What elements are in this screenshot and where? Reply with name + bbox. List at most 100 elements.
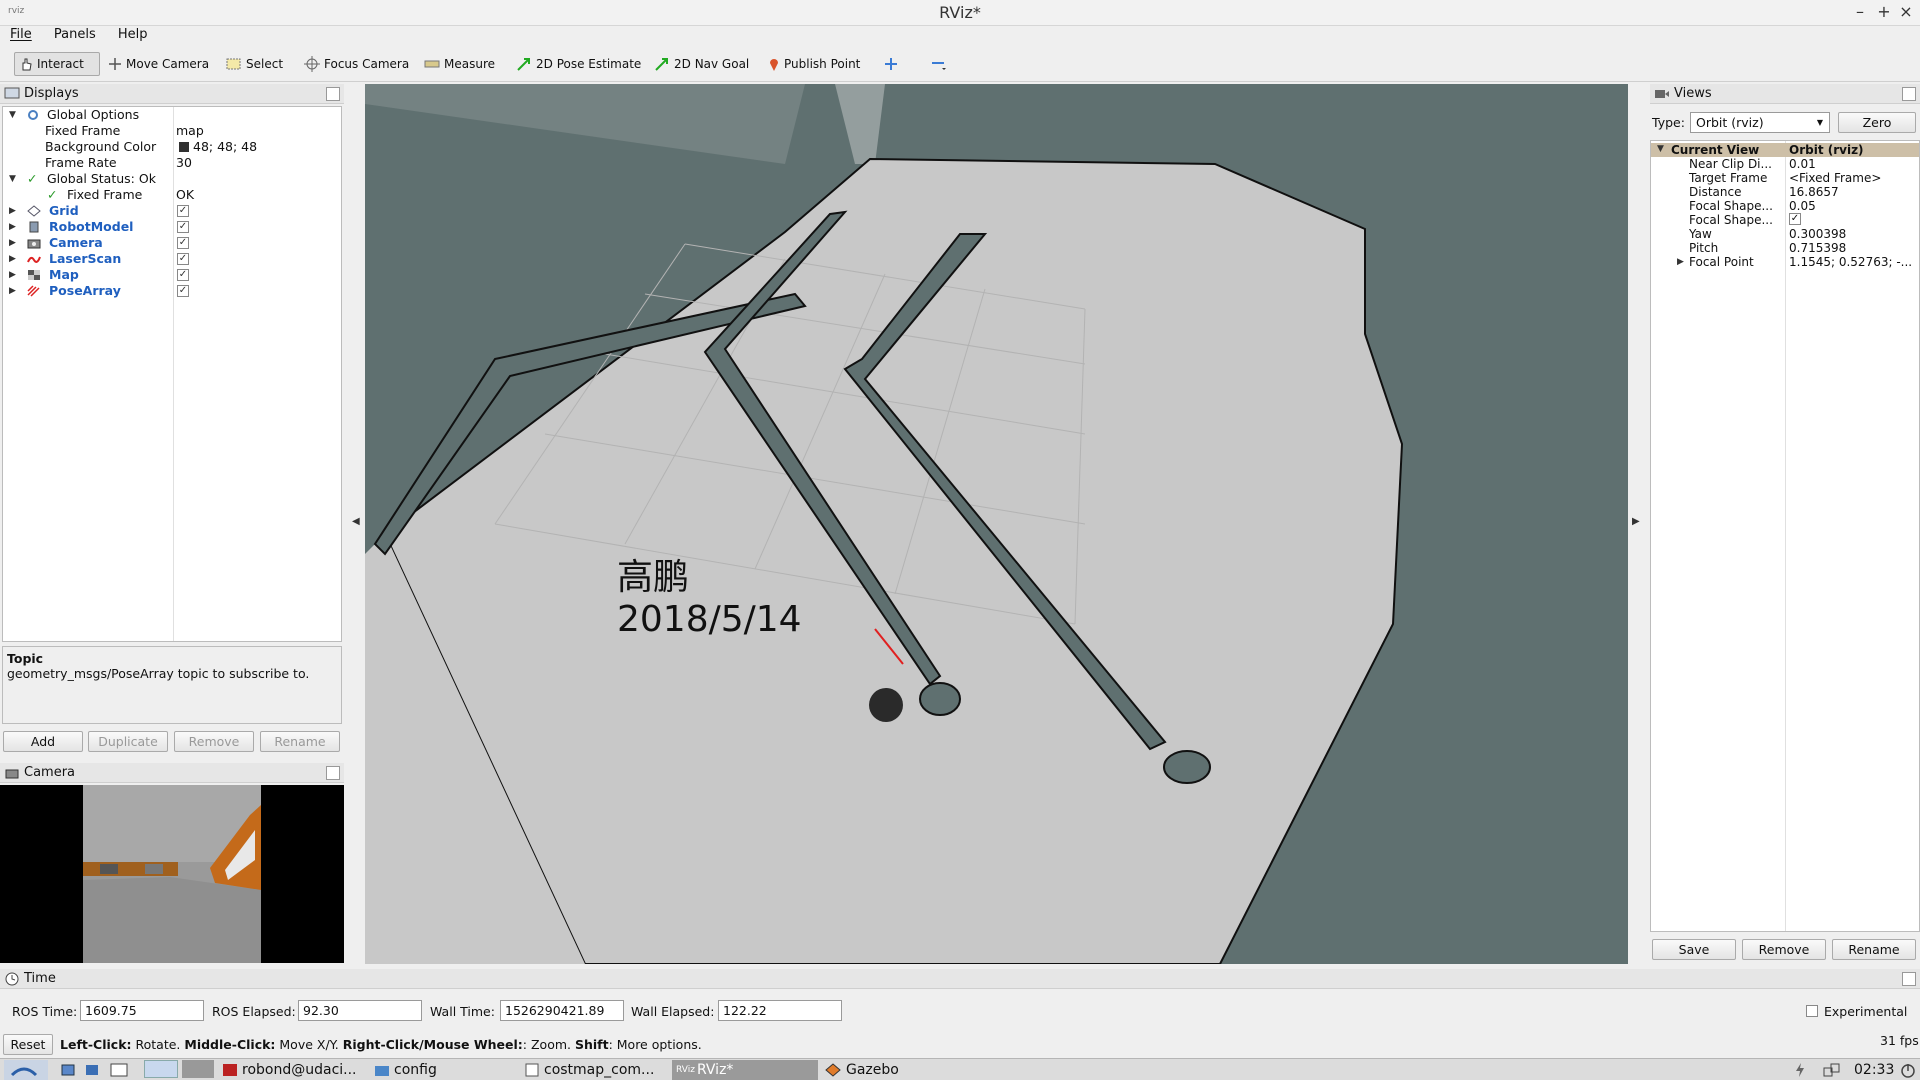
displays-float-toggle[interactable] <box>326 87 340 101</box>
power-icon[interactable] <box>1900 1060 1916 1080</box>
remove-tool-button[interactable] <box>926 52 956 76</box>
expand-right-icon[interactable]: ▶ <box>9 251 16 267</box>
tree-row-fixed-frame[interactable]: Fixed Frame map <box>3 123 341 139</box>
taskbar-item-config[interactable]: config <box>374 1060 520 1080</box>
ros-time-field[interactable]: 1609.75 <box>80 1000 204 1021</box>
gear-icon <box>28 110 38 120</box>
camera-view[interactable] <box>0 785 344 963</box>
add-tool-button[interactable] <box>880 52 906 76</box>
file-manager-icon[interactable] <box>84 1060 100 1080</box>
left-panel-collapse-icon[interactable]: ◀ <box>352 516 360 527</box>
pose-array-icon <box>27 285 40 297</box>
tool-2d-pose-estimate[interactable]: 2D Pose Estimate <box>512 52 645 76</box>
view-type-select[interactable]: Orbit (rviz) ▼ <box>1690 112 1830 133</box>
network-icon[interactable] <box>1822 1060 1842 1080</box>
menu-file[interactable]: File <box>10 27 32 42</box>
menu-help[interactable]: Help <box>118 27 148 42</box>
views-float-toggle[interactable] <box>1902 87 1916 101</box>
taskbar-item-rviz[interactable]: RViz RViz* <box>672 1060 818 1080</box>
expand-right-icon[interactable]: ▶ <box>1677 257 1684 267</box>
tool-interact[interactable]: Interact <box>14 52 100 76</box>
tool-move-camera[interactable]: Move Camera <box>104 52 213 76</box>
taskbar-item-gazebo[interactable]: Gazebo <box>824 1060 970 1080</box>
view-prop-value[interactable]: 16.8657 <box>1789 185 1839 199</box>
wall-time-field[interactable]: 1526290421.89 <box>500 1000 624 1021</box>
duplicate-display-button[interactable]: Duplicate <box>88 731 168 752</box>
tree-row-robotmodel[interactable]: ▶ RobotModel ✓ <box>3 219 341 235</box>
clock-text[interactable]: 02:33 <box>1854 1060 1894 1080</box>
tree-row-grid[interactable]: ▶ Grid ✓ <box>3 203 341 219</box>
expand-right-icon[interactable]: ▶ <box>9 283 16 299</box>
expand-down-icon[interactable]: ▼ <box>1657 144 1664 154</box>
camera-image <box>83 785 261 963</box>
tree-row-laserscan[interactable]: ▶ LaserScan ✓ <box>3 251 341 267</box>
ros-elapsed-field[interactable]: 92.30 <box>298 1000 422 1021</box>
workspace-1[interactable] <box>144 1060 178 1078</box>
displays-tree[interactable]: ▼ Global Options Fixed Frame map Backgro… <box>2 106 342 642</box>
start-menu-button[interactable] <box>4 1060 48 1080</box>
view-prop-value[interactable]: 0.01 <box>1789 157 1816 171</box>
tool-2d-nav-goal[interactable]: 2D Nav Goal <box>650 52 753 76</box>
tree-row-global-status[interactable]: ▼ ✓ Global Status: Ok <box>3 171 341 187</box>
remove-display-button[interactable]: Remove <box>174 731 254 752</box>
expand-right-icon[interactable]: ▶ <box>9 267 16 283</box>
tree-row-posearray[interactable]: ▶ PoseArray ✓ <box>3 283 341 299</box>
save-view-button[interactable]: Save <box>1652 939 1736 960</box>
expand-right-icon[interactable]: ▶ <box>9 203 16 219</box>
expand-right-icon[interactable]: ▶ <box>9 219 16 235</box>
expand-down-icon[interactable]: ▼ <box>9 171 16 187</box>
tool-focus-camera[interactable]: Focus Camera <box>300 52 413 76</box>
tree-row-map[interactable]: ▶ Map ✓ <box>3 267 341 283</box>
tool-select[interactable]: Select <box>222 52 287 76</box>
posearray-enabled-checkbox[interactable]: ✓ <box>177 285 189 297</box>
current-view-row[interactable]: ▼ Current View Orbit (rviz) <box>1651 143 1919 157</box>
show-desktop-icon[interactable] <box>60 1060 76 1080</box>
tree-row-camera[interactable]: ▶ Camera ✓ <box>3 235 341 251</box>
tool-measure[interactable]: Measure <box>420 52 499 76</box>
close-icon[interactable]: × <box>1896 2 1916 21</box>
add-display-button[interactable]: Add <box>3 731 83 752</box>
grid-enabled-checkbox[interactable]: ✓ <box>177 205 189 217</box>
time-float-toggle[interactable] <box>1902 972 1916 986</box>
tree-row-frame-rate[interactable]: Frame Rate 30 <box>3 155 341 171</box>
tree-row-global-options[interactable]: ▼ Global Options <box>3 107 341 123</box>
power-bolt-icon[interactable] <box>1794 1060 1806 1080</box>
color-swatch[interactable] <box>179 142 189 152</box>
robotmodel-enabled-checkbox[interactable]: ✓ <box>177 221 189 233</box>
remove-view-button[interactable]: Remove <box>1742 939 1826 960</box>
view-prop-value[interactable]: 0.05 <box>1789 199 1816 213</box>
map-enabled-checkbox[interactable]: ✓ <box>177 269 189 281</box>
views-tree[interactable]: ▼ Current View Orbit (rviz) Near Clip Di… <box>1650 140 1920 932</box>
minimize-icon[interactable]: – <box>1850 2 1870 21</box>
expand-right-icon[interactable]: ▶ <box>9 235 16 251</box>
gazebo-icon <box>825 1063 841 1077</box>
experimental-checkbox[interactable] <box>1806 1005 1818 1017</box>
view-prop-value[interactable]: 0.300398 <box>1789 227 1846 241</box>
right-panel-collapse-icon[interactable]: ▶ <box>1632 516 1640 527</box>
tree-row-status-fixed-frame[interactable]: ✓ Fixed Frame OK <box>3 187 341 203</box>
3d-viewport[interactable]: 高鹏 2018/5/14 <box>365 84 1628 964</box>
tool-publish-point[interactable]: Publish Point <box>764 52 864 76</box>
view-prop-value[interactable]: <Fixed Frame> <box>1789 171 1881 185</box>
rename-display-button[interactable]: Rename <box>260 731 340 752</box>
wall-elapsed-label: Wall Elapsed: <box>631 1004 715 1019</box>
menu-panels[interactable]: Panels <box>54 27 96 42</box>
camera-float-toggle[interactable] <box>326 766 340 780</box>
zero-view-button[interactable]: Zero <box>1838 112 1916 133</box>
camera-enabled-checkbox[interactable]: ✓ <box>177 237 189 249</box>
taskbar-item-terminal[interactable]: robond@udaci... <box>222 1060 372 1080</box>
view-prop-checkbox[interactable]: ✓ <box>1789 213 1801 225</box>
maximize-icon[interactable]: + <box>1874 2 1894 21</box>
workspace-2[interactable] <box>182 1060 214 1078</box>
expand-down-icon[interactable]: ▼ <box>9 107 16 123</box>
wall-elapsed-field[interactable]: 122.22 <box>718 1000 842 1021</box>
view-prop-value[interactable]: 0.715398 <box>1789 241 1846 255</box>
reset-button[interactable]: Reset <box>3 1034 53 1055</box>
taskbar-item-costmap[interactable]: costmap_com... <box>524 1060 670 1080</box>
rename-view-button[interactable]: Rename <box>1832 939 1916 960</box>
view-prop-value[interactable]: 1.1545; 0.52763; -... <box>1789 255 1912 269</box>
tree-row-background-color[interactable]: Background Color 48; 48; 48 <box>3 139 341 155</box>
terminal-icon[interactable] <box>110 1060 128 1080</box>
green-arrow-icon <box>655 58 668 71</box>
laserscan-enabled-checkbox[interactable]: ✓ <box>177 253 189 265</box>
